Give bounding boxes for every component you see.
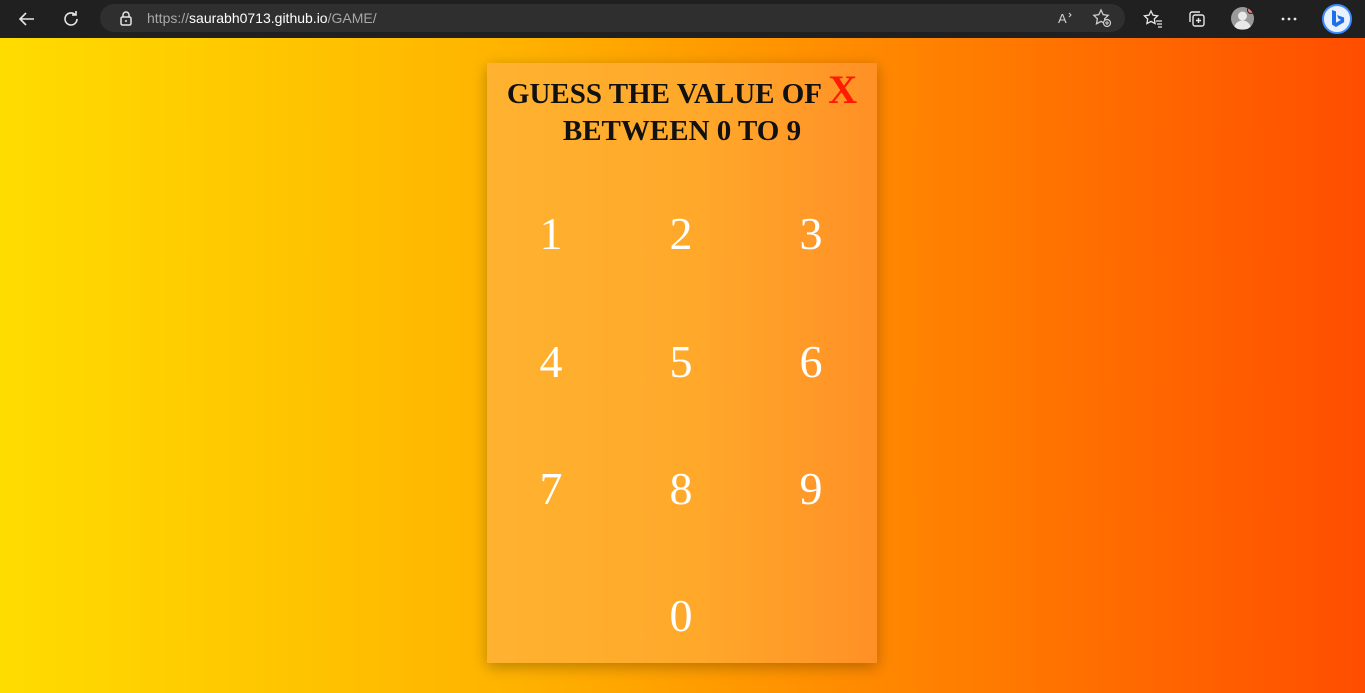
title-line2: BETWEEN 0 TO 9 <box>562 115 802 147</box>
game-title: GUESS THE VALUE OF X BETWEEN 0 TO 9 <box>487 70 877 150</box>
add-favorite-icon[interactable] <box>1092 8 1112 28</box>
title-x: X <box>828 67 858 112</box>
key-0[interactable]: 0 <box>631 575 731 655</box>
collections-icon[interactable] <box>1182 4 1212 34</box>
game-card: GUESS THE VALUE OF X BETWEEN 0 TO 9 1 2 … <box>487 63 877 663</box>
key-2[interactable]: 2 <box>631 193 731 273</box>
read-aloud-icon[interactable]: A <box>1056 8 1076 28</box>
title-line1: GUESS THE VALUE OF <box>506 78 821 110</box>
key-8[interactable]: 8 <box>631 448 731 528</box>
profile-avatar[interactable] <box>1231 7 1254 30</box>
refresh-icon[interactable] <box>56 4 86 34</box>
bing-icon[interactable] <box>1322 4 1352 34</box>
notification-dot <box>1247 7 1254 14</box>
svg-text:A: A <box>1058 11 1067 26</box>
key-7[interactable]: 7 <box>501 448 601 528</box>
key-5[interactable]: 5 <box>631 321 731 401</box>
url-text[interactable]: https://saurabh0713.github.io/GAME/ <box>147 10 377 26</box>
favorites-icon[interactable] <box>1138 4 1168 34</box>
key-6[interactable]: 6 <box>761 321 861 401</box>
more-icon[interactable] <box>1274 4 1304 34</box>
page-background: GUESS THE VALUE OF X BETWEEN 0 TO 9 1 2 … <box>0 38 1365 693</box>
key-4[interactable]: 4 <box>501 321 601 401</box>
url-path: /GAME/ <box>327 10 377 26</box>
key-1[interactable]: 1 <box>501 193 601 273</box>
url-prefix: https:// <box>147 10 190 26</box>
browser-toolbar: https://saurabh0713.github.io/GAME/ A <box>0 0 1365 38</box>
lock-icon[interactable] <box>118 10 134 26</box>
url-host: saurabh0713.github.io <box>189 10 328 26</box>
back-icon[interactable] <box>12 4 42 34</box>
key-3[interactable]: 3 <box>761 193 861 273</box>
address-bar[interactable]: https://saurabh0713.github.io/GAME/ A <box>100 4 1125 32</box>
key-9[interactable]: 9 <box>761 448 861 528</box>
